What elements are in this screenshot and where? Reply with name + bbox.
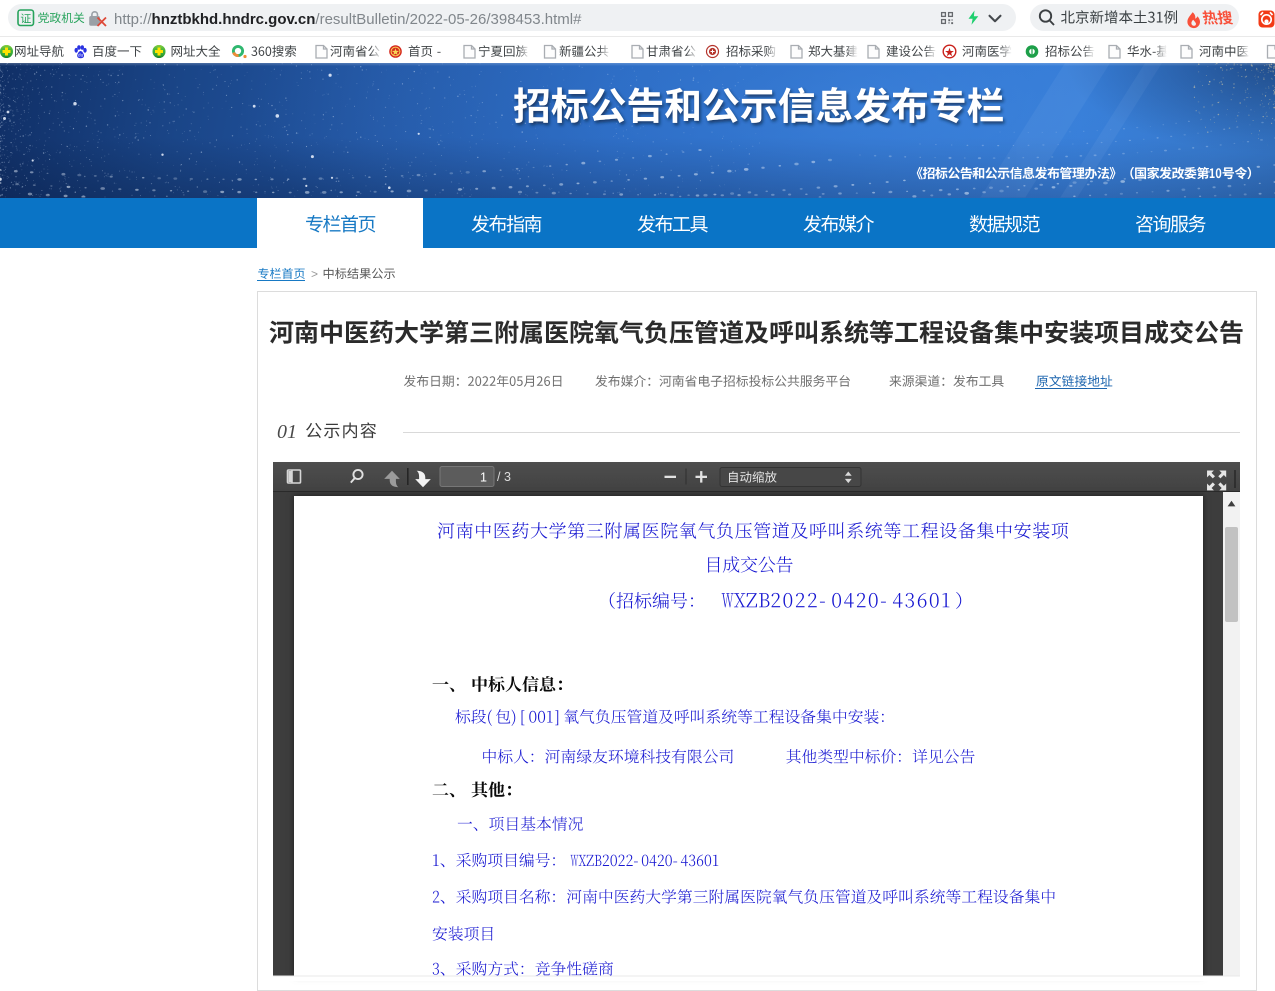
svg-text:1: 1 bbox=[480, 471, 487, 485]
svg-text:du: du bbox=[78, 52, 84, 57]
